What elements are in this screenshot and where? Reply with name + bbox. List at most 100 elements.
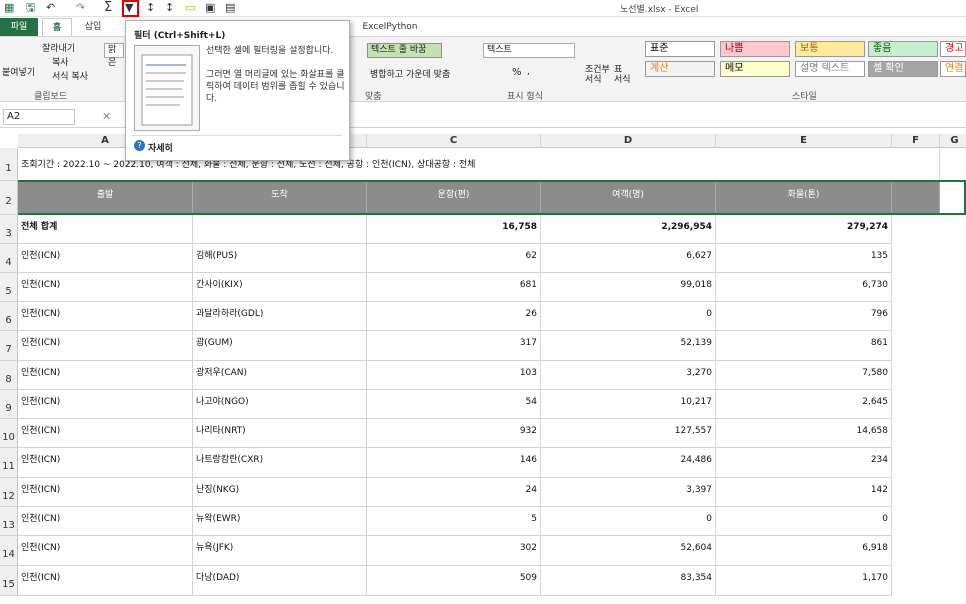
data-cell[interactable]: 279,274 (716, 215, 892, 244)
merge-center-button[interactable]: 병합하고 가운데 맞춤 (370, 67, 450, 80)
cell-style-3[interactable]: 좋음 (868, 41, 938, 57)
data-cell[interactable]: 전체 합계 (18, 215, 193, 244)
data-cell[interactable]: 인천(ICN) (18, 419, 193, 448)
data-cell[interactable]: 괌(GUM) (193, 331, 367, 361)
data-cell[interactable]: 62 (367, 244, 541, 273)
row-header-14[interactable]: 14 (0, 536, 18, 566)
number-format-select[interactable]: 텍스트 (483, 43, 575, 58)
format-painter-button[interactable]: 서식 복사 (52, 69, 88, 82)
data-cell[interactable]: 간사이(KIX) (193, 273, 367, 302)
data-cell[interactable]: 6,627 (541, 244, 716, 273)
data-cell[interactable]: 861 (716, 331, 892, 361)
tell-me-more-link[interactable]: 자세히 (148, 141, 173, 154)
data-cell[interactable]: 난징(NKG) (193, 478, 367, 507)
data-cell[interactable]: 나고야(NGO) (193, 390, 367, 419)
data-cell[interactable]: 인천(ICN) (18, 478, 193, 507)
data-cell[interactable]: 24 (367, 478, 541, 507)
data-cell[interactable]: 인천(ICN) (18, 536, 193, 566)
row-header-7[interactable]: 7 (0, 331, 18, 361)
column-header-F[interactable]: F (892, 134, 940, 148)
data-cell[interactable]: 3,270 (541, 361, 716, 390)
data-cell[interactable]: 302 (367, 536, 541, 566)
data-cell[interactable]: 16,758 (367, 215, 541, 244)
cell-style-1[interactable]: 나쁨 (720, 41, 790, 57)
data-cell[interactable]: 인천(ICN) (18, 302, 193, 331)
data-cell[interactable]: 10,217 (541, 390, 716, 419)
data-cell[interactable]: 99,018 (541, 273, 716, 302)
cell-style-2[interactable]: 보통 (795, 41, 865, 57)
cell-style-8[interactable]: 셀 확인 (868, 61, 938, 77)
data-cell[interactable]: 과달라하라(GDL) (193, 302, 367, 331)
data-cell[interactable]: 다낭(DAD) (193, 566, 367, 596)
tab-insert[interactable]: 삽입 (78, 18, 108, 36)
data-cell[interactable]: 7,580 (716, 361, 892, 390)
row-header-10[interactable]: 10 (0, 419, 18, 448)
row-header-1[interactable]: 1 (0, 148, 18, 181)
data-cell[interactable]: 0 (541, 302, 716, 331)
data-cell[interactable]: 317 (367, 331, 541, 361)
data-cell[interactable]: 3,397 (541, 478, 716, 507)
data-cell[interactable]: 김해(PUS) (193, 244, 367, 273)
data-cell[interactable]: 6,918 (716, 536, 892, 566)
column-header-E[interactable]: E (716, 134, 892, 148)
row-header-13[interactable]: 13 (0, 507, 18, 536)
paste-button[interactable]: 붙여넣기 (2, 65, 35, 78)
row-header-3[interactable]: 3 (0, 215, 18, 244)
data-cell[interactable]: 2,645 (716, 390, 892, 419)
row-header-4[interactable]: 4 (0, 244, 18, 273)
font-name-box[interactable]: 맑은 (104, 43, 124, 68)
data-cell[interactable]: 142 (716, 478, 892, 507)
autosum-icon[interactable]: Σ (104, 1, 112, 15)
column-header-C[interactable]: C (367, 134, 541, 148)
data-cell[interactable]: 135 (716, 244, 892, 273)
data-cell[interactable] (193, 215, 367, 244)
row-header-2[interactable]: 2 (0, 181, 18, 215)
data-cell[interactable]: 인천(ICN) (18, 448, 193, 478)
data-cell[interactable]: 509 (367, 566, 541, 596)
undo-icon[interactable]: ↶ (46, 1, 55, 15)
data-cell[interactable]: 24,486 (541, 448, 716, 478)
tab-file[interactable]: 파일 (0, 18, 38, 36)
cell-style-4[interactable]: 경고 (940, 41, 966, 57)
cell-style-9[interactable]: 연결 (940, 61, 966, 77)
data-cell[interactable]: 뉴욕(JFK) (193, 536, 367, 566)
tab-home[interactable]: 홈 (42, 18, 72, 36)
sort-descending-icon[interactable]: ↕ (165, 1, 174, 15)
data-cell[interactable]: 인천(ICN) (18, 390, 193, 419)
data-cell[interactable]: 52,604 (541, 536, 716, 566)
data-cell[interactable]: 796 (716, 302, 892, 331)
row-header-6[interactable]: 6 (0, 302, 18, 331)
data-cell[interactable]: 52,139 (541, 331, 716, 361)
cancel-icon[interactable]: ✕ (102, 110, 111, 123)
row-header-5[interactable]: 5 (0, 273, 18, 302)
data-cell[interactable]: 127,557 (541, 419, 716, 448)
data-cell[interactable]: 2,296,954 (541, 215, 716, 244)
sort-ascending-icon[interactable]: ↕ (146, 1, 155, 15)
conditional-format-button[interactable]: 조건부 서식 (585, 65, 610, 85)
data-cell[interactable]: 234 (716, 448, 892, 478)
data-cell[interactable]: 5 (367, 507, 541, 536)
save-icon[interactable]: 🖫 (26, 1, 35, 15)
wrap-text-button[interactable]: 텍스트 줄 바꿈 (367, 43, 442, 58)
data-cell[interactable]: 932 (367, 419, 541, 448)
cut-button[interactable]: 잘라내기 (42, 41, 75, 54)
cell-style-5[interactable]: 계산 (645, 61, 715, 77)
print-preview-icon[interactable]: ▣ (205, 1, 215, 15)
row-header-11[interactable]: 11 (0, 448, 18, 478)
customize-qat-icon[interactable]: ▤ (225, 1, 235, 15)
data-cell[interactable]: 인천(ICN) (18, 331, 193, 361)
name-box[interactable]: A2 (3, 109, 75, 125)
data-cell[interactable]: 나트랑캄란(CXR) (193, 448, 367, 478)
data-cell[interactable]: 6,730 (716, 273, 892, 302)
data-cell[interactable]: 0 (716, 507, 892, 536)
percent-button[interactable]: % (512, 67, 522, 78)
data-cell[interactable]: 나리타(NRT) (193, 419, 367, 448)
data-cell[interactable]: 0 (541, 507, 716, 536)
data-cell[interactable]: 103 (367, 361, 541, 390)
cell-style-6[interactable]: 메모 (720, 61, 790, 77)
data-cell[interactable]: 14,658 (716, 419, 892, 448)
row-header-12[interactable]: 12 (0, 478, 18, 507)
cell-style-7[interactable]: 설명 텍스트 (795, 61, 865, 77)
copy-button[interactable]: 복사 (52, 55, 69, 68)
data-cell[interactable]: 인천(ICN) (18, 244, 193, 273)
